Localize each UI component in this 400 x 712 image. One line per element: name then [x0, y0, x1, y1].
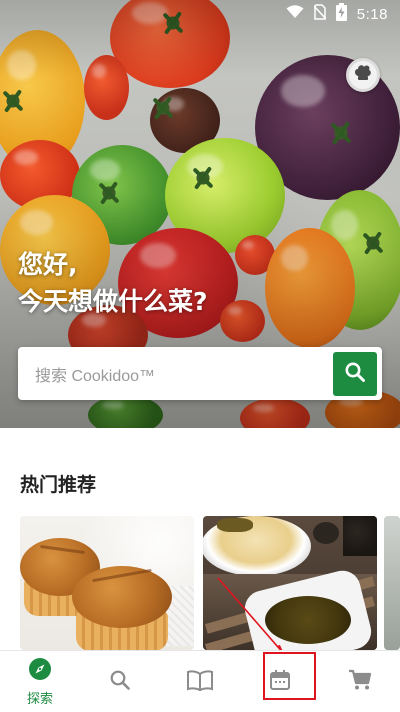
recipe-card[interactable] — [384, 516, 400, 650]
annotation-highlight-box — [263, 652, 316, 700]
search-bar[interactable]: 搜索 Cookidoo™ — [18, 347, 382, 400]
nav-item-recipes[interactable] — [160, 651, 240, 712]
book-icon — [187, 669, 213, 695]
muffins-photo — [20, 516, 194, 650]
search-icon — [109, 669, 131, 695]
status-time: 5:18 — [356, 5, 388, 23]
compass-icon — [28, 657, 52, 685]
noodles-and-minced-meat-photo — [203, 516, 377, 650]
battery-charging-icon — [335, 3, 347, 25]
search-input[interactable]: 搜索 Cookidoo™ — [18, 362, 333, 386]
recipe-card[interactable] — [203, 516, 377, 650]
nav-item-shopping-list[interactable] — [320, 651, 400, 712]
greeting-line-2: 今天想做什么菜? — [18, 287, 208, 316]
status-bar: 5:18 — [0, 0, 400, 28]
section-title-popular: 热门推荐 — [20, 474, 97, 496]
greeting-text: 您好, 今天想做什么菜? — [18, 246, 338, 320]
recipe-card[interactable] — [20, 516, 194, 650]
partial-recipe-photo — [384, 516, 400, 650]
nav-item-search[interactable] — [80, 651, 160, 712]
profile-button[interactable] — [346, 58, 380, 92]
wifi-icon — [286, 5, 304, 23]
chef-hat-icon — [353, 63, 373, 87]
search-icon — [344, 361, 366, 387]
no-sim-icon — [313, 4, 327, 24]
nav-item-explore[interactable]: 探索 — [0, 651, 80, 712]
greeting-line-1: 您好, — [18, 250, 78, 279]
bottom-navigation: 探索 — [0, 650, 400, 712]
cart-icon — [348, 669, 372, 695]
search-button[interactable] — [333, 351, 377, 396]
nav-item-explore-label: 探索 — [26, 692, 53, 707]
